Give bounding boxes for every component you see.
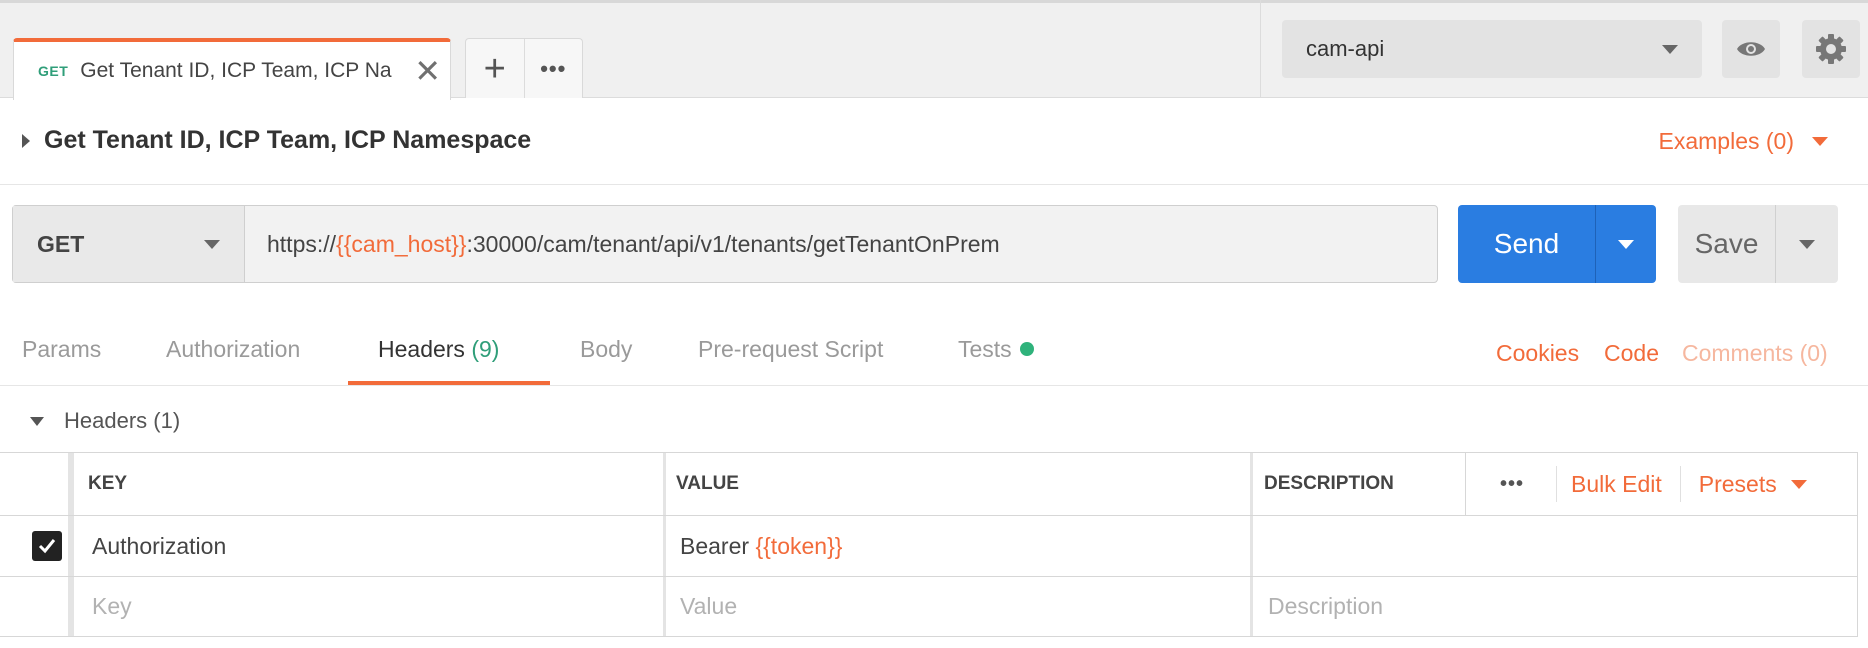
tab-headers[interactable]: Headers (9) [378, 336, 499, 363]
header-value-variable: {{token}} [755, 532, 843, 559]
chevron-down-icon [204, 239, 220, 249]
headers-section-toggle[interactable]: Headers (1) [30, 408, 180, 434]
tab-tests-label: Tests [958, 336, 1012, 362]
send-options-button[interactable] [1596, 205, 1656, 283]
url-suffix: :30000/cam/tenant/api/v1/tenants/getTena… [466, 230, 1000, 257]
divider [663, 516, 666, 576]
active-tab-indicator [348, 381, 550, 385]
header-key-input[interactable]: Authorization [80, 516, 660, 576]
examples-label: Examples (0) [1658, 128, 1794, 154]
code-link[interactable]: Code [1604, 340, 1659, 367]
bulk-edit-link[interactable]: Bulk Edit [1571, 471, 1662, 498]
table-row-new: Key Value Description [0, 577, 1857, 637]
cookies-link[interactable]: Cookies [1496, 340, 1579, 367]
method-select[interactable]: GET [13, 206, 245, 282]
divider [663, 577, 666, 636]
headers-table: KEY VALUE DESCRIPTION ••• Bulk Edit Pres… [0, 452, 1858, 637]
divider [1465, 453, 1466, 515]
presets-dropdown[interactable]: Presets [1699, 471, 1807, 498]
chevron-down-icon [1799, 239, 1815, 249]
method-value: GET [37, 230, 85, 257]
send-button[interactable]: Send [1458, 205, 1596, 283]
divider [1556, 466, 1557, 502]
environment-name: cam-api [1306, 36, 1385, 61]
url-input[interactable]: https://{{cam_host}}:30000/cam/tenant/ap… [245, 206, 1437, 282]
table-actions-group: ••• Bulk Edit Presets [1482, 453, 1807, 515]
gear-icon [1816, 34, 1846, 64]
examples-dropdown[interactable]: Examples (0) [1659, 128, 1828, 155]
tab-headers-count: (9) [471, 336, 500, 362]
environment-select[interactable]: cam-api [1282, 20, 1702, 78]
chevron-down-icon [1618, 239, 1634, 249]
new-key-input[interactable]: Key [80, 577, 660, 636]
tab-headers-label: Headers [378, 336, 465, 362]
save-button-group: Save [1678, 205, 1838, 283]
request-name-text: Get Tenant ID, ICP Team, ICP Namespace [44, 126, 532, 154]
divider [68, 453, 74, 515]
url-variable: {{cam_host}} [336, 230, 467, 257]
column-header-description: DESCRIPTION [1264, 473, 1394, 494]
divider [1260, 0, 1261, 98]
tab-actions: + ••• [465, 38, 583, 98]
chevron-down-icon [1662, 44, 1678, 54]
request-tab[interactable]: GET Get Tenant ID, ICP Team, ICP Na ✕ [13, 38, 451, 100]
new-description-input[interactable]: Description [1256, 577, 1856, 636]
divider [68, 577, 74, 636]
tab-more-icon[interactable]: ••• [525, 56, 583, 82]
request-name[interactable]: Get Tenant ID, ICP Team, ICP Namespace [22, 126, 531, 155]
headers-section-count: (1) [153, 408, 181, 433]
tests-status-dot-icon [1019, 341, 1034, 356]
new-value-input[interactable]: Value [668, 577, 1248, 636]
column-header-key: KEY [88, 473, 128, 494]
tab-authorization[interactable]: Authorization [166, 336, 300, 363]
url-bar: GET https://{{cam_host}}:30000/cam/tenan… [12, 205, 1438, 283]
tab-prerequest-script[interactable]: Pre-request Script [698, 336, 883, 363]
new-tab-button[interactable]: + [466, 39, 525, 98]
row-enabled-checkbox[interactable] [32, 531, 62, 561]
expand-triangle-icon [22, 133, 30, 148]
divider [1679, 466, 1681, 502]
table-header-row: KEY VALUE DESCRIPTION ••• Bulk Edit Pres… [0, 453, 1857, 516]
tab-params[interactable]: Params [22, 336, 101, 363]
header-description-input[interactable] [1256, 516, 1856, 576]
table-actions: ••• Bulk Edit Presets [1470, 453, 1857, 515]
environment-quick-look-button[interactable] [1722, 20, 1780, 78]
divider [1250, 577, 1253, 636]
tab-title: Get Tenant ID, ICP Team, ICP Na [80, 59, 392, 82]
presets-label: Presets [1698, 470, 1777, 497]
row-checkbox-cell [20, 516, 62, 576]
tab-tests[interactable]: Tests [958, 336, 1034, 363]
tab-method-badge: GET [38, 63, 69, 79]
chevron-down-icon [1812, 137, 1828, 146]
column-header-value: VALUE [676, 473, 739, 494]
table-row: Authorization Bearer {{token}} [0, 516, 1857, 577]
more-options-icon[interactable]: ••• [1482, 473, 1542, 496]
collapse-triangle-icon [30, 416, 44, 426]
save-options-button[interactable] [1776, 205, 1838, 283]
save-button[interactable]: Save [1678, 205, 1776, 283]
chevron-down-icon [1790, 479, 1807, 489]
check-icon [38, 539, 56, 554]
divider [1250, 516, 1253, 576]
header-value-prefix: Bearer [680, 532, 756, 559]
settings-button[interactable] [1802, 20, 1860, 78]
headers-section-title: Headers [64, 408, 148, 433]
send-button-group: Send [1458, 205, 1656, 283]
close-tab-icon[interactable]: ✕ [414, 55, 441, 87]
divider [68, 516, 74, 576]
tab-body[interactable]: Body [580, 336, 632, 363]
eye-icon [1737, 42, 1765, 56]
comments-link[interactable]: Comments (0) [1682, 340, 1828, 367]
url-prefix: https:// [267, 230, 337, 257]
header-value-input[interactable]: Bearer {{token}} [668, 516, 1248, 576]
